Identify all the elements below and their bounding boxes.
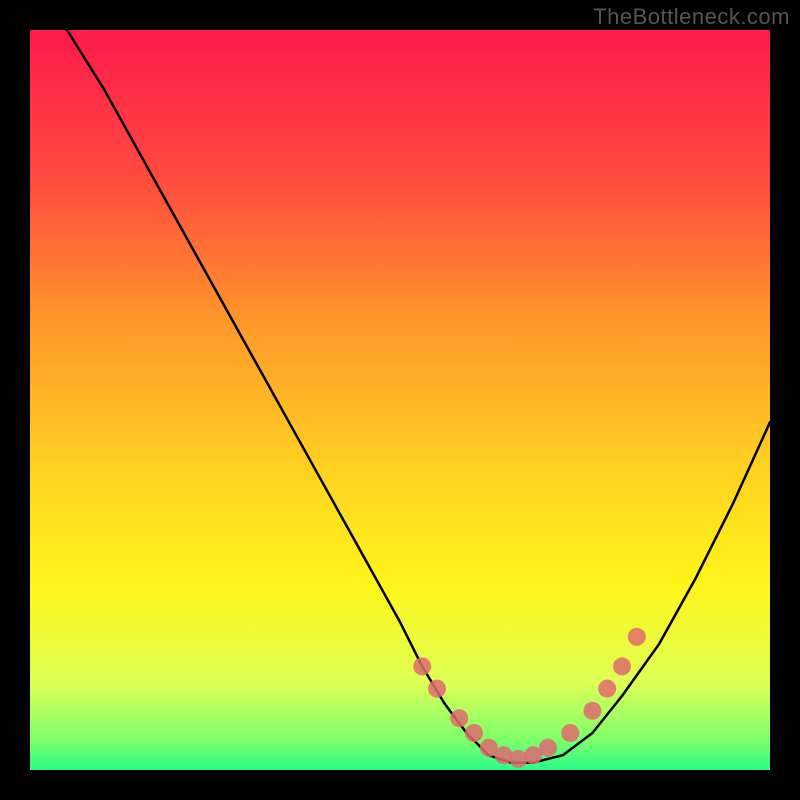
chart-frame: TheBottleneck.com: [0, 0, 800, 800]
chart-background: [30, 30, 770, 770]
highlight-point: [450, 709, 468, 727]
highlight-point: [428, 680, 446, 698]
highlight-point: [613, 657, 631, 675]
highlight-point: [561, 724, 579, 742]
highlight-point: [628, 628, 646, 646]
highlight-point: [539, 739, 557, 757]
highlight-point: [598, 680, 616, 698]
highlight-point: [413, 657, 431, 675]
highlight-point: [583, 702, 601, 720]
highlight-point: [465, 724, 483, 742]
chart-plot: [30, 30, 770, 770]
watermark-text: TheBottleneck.com: [593, 4, 790, 30]
chart-svg: [30, 30, 770, 770]
